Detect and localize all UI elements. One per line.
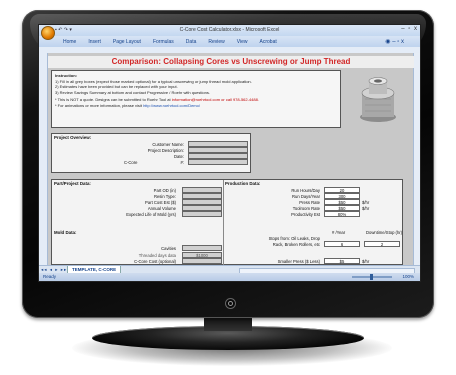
status-ready: Ready xyxy=(43,274,57,279)
collapsing-core-part-image xyxy=(360,77,396,122)
smaller-press-unit: $/hr xyxy=(362,259,370,264)
tab-review[interactable]: Review xyxy=(208,39,224,45)
stops-label: Stops from: Oil Leaks, Drop xyxy=(268,236,320,241)
monitor-stand-neck xyxy=(204,317,252,331)
window-title: C-Core Cost Calculator.xlsx - Microsoft … xyxy=(179,27,280,33)
demo-link[interactable]: http://www.roehrtool.com/Demo/ xyxy=(143,103,200,108)
annual-volume-label: Annual Volume xyxy=(147,206,176,211)
stops-per-year-field[interactable]: 6 xyxy=(324,241,360,247)
downtime-header: Downtime/Stop (hr) xyxy=(366,230,403,235)
note-2-text: * For animations or more information, pl… xyxy=(55,102,142,108)
per-year-header: # /Year xyxy=(332,230,346,235)
window-controls[interactable]: – ▫ x xyxy=(401,26,418,32)
tab-page-layout[interactable]: Page Layout xyxy=(113,39,141,45)
part-od-label: Part OD (in) xyxy=(153,188,176,193)
press-rate-label: Press Rate xyxy=(299,200,320,205)
instruction-line-3: 3) Review Savings Summary at bottom and … xyxy=(55,89,210,95)
productivity-field[interactable]: 80% xyxy=(324,211,360,217)
date-label: Date: xyxy=(173,154,184,159)
vertical-scrollbar[interactable] xyxy=(413,53,420,265)
smaller-press-field[interactable]: $5 xyxy=(324,258,360,264)
mold-data-title: Mold Data: xyxy=(54,230,77,235)
note-2: * For animations or more information, pl… xyxy=(55,103,337,109)
zoom-slider[interactable] xyxy=(352,274,392,280)
section-divider xyxy=(223,180,224,265)
power-button-icon[interactable] xyxy=(225,298,236,309)
tab-formulas[interactable]: Formulas xyxy=(153,39,174,45)
toolroom-rate-label: Toolroom Rate xyxy=(292,206,320,211)
downtime-per-stop-field[interactable]: 2 xyxy=(364,241,400,247)
mold-life-label: Expected Life of Mold (yrs) xyxy=(126,212,176,217)
row-headers xyxy=(39,53,48,265)
stops-label-2: Rack, Broken Rollers, etc xyxy=(272,242,320,247)
threaded-days-label: Threaded days data xyxy=(138,253,176,258)
c-core-number-field[interactable] xyxy=(188,159,248,165)
tab-view[interactable]: View xyxy=(237,39,248,45)
part-project-production-section: Part/Project Data: Part OD (in) Resin Ty… xyxy=(51,179,403,265)
excel-title-bar: ▪ ↶ ↷ ▾ C-Core Cost Calculator.xlsx - Mi… xyxy=(39,25,420,40)
monitor-screen: ▪ ↶ ↷ ▾ C-Core Cost Calculator.xlsx - Mi… xyxy=(38,24,421,282)
cavities-field[interactable] xyxy=(182,245,222,251)
c-core-cost-label: C-Core Cost (optional) xyxy=(134,259,176,264)
c-core-number-label: C-Core #: xyxy=(123,160,184,165)
tab-home[interactable]: Home xyxy=(63,39,76,45)
ribbon-tab-bar: Home Insert Page Layout Formulas Data Re… xyxy=(39,36,420,47)
part-project-title: Part/Project Data: xyxy=(54,181,91,186)
resin-type-label: Resin Type: xyxy=(153,194,176,199)
tab-data[interactable]: Data xyxy=(186,39,197,45)
project-overview-section: Project Overview: Customer Name: Project… xyxy=(51,133,251,173)
toolroom-rate-unit: $/hr xyxy=(362,206,370,211)
status-bar: Ready 100% xyxy=(39,273,420,281)
worksheet-area[interactable]: Comparison: Collapsing Cores vs Unscrewi… xyxy=(39,53,420,265)
part-cost-label: Part Cost Est ($) xyxy=(145,200,176,205)
zoom-level[interactable]: 100% xyxy=(402,274,414,279)
productivity-label: Productivity Est xyxy=(291,212,320,217)
tab-acrobat[interactable]: Acrobat xyxy=(260,39,277,45)
c-core-cost-field[interactable] xyxy=(182,258,222,264)
help-icon[interactable]: ◉ – ▫ x xyxy=(385,38,404,45)
smaller-press-label: Smaller Press ($ Less) xyxy=(277,259,320,264)
customer-name-label: Customer Name: xyxy=(152,142,184,147)
instructions-box: Instruction: 1) Fill in all grey boxes (… xyxy=(51,70,341,128)
run-days-label: Run Days/Year xyxy=(291,194,320,199)
tab-insert[interactable]: Insert xyxy=(88,39,101,45)
cavities-label: Cavities xyxy=(161,246,176,251)
office-button-icon[interactable] xyxy=(41,26,55,40)
project-overview-title: Project Overview: xyxy=(54,135,92,140)
run-hours-label: Run Hours/Day xyxy=(291,188,320,193)
press-rate-unit: $/hr xyxy=(362,200,370,205)
note-1-text: * This is NOT a quote. Designs can be su… xyxy=(55,97,171,103)
contact-info[interactable]: information@roehrtool.com or call 978-56… xyxy=(172,97,259,102)
mold-life-field[interactable] xyxy=(182,211,222,217)
production-data-title: Production Data: xyxy=(225,181,261,186)
project-description-label: Project Description: xyxy=(147,148,184,153)
sheet-banner-title: Comparison: Collapsing Cores vs Unscrewi… xyxy=(48,56,414,68)
